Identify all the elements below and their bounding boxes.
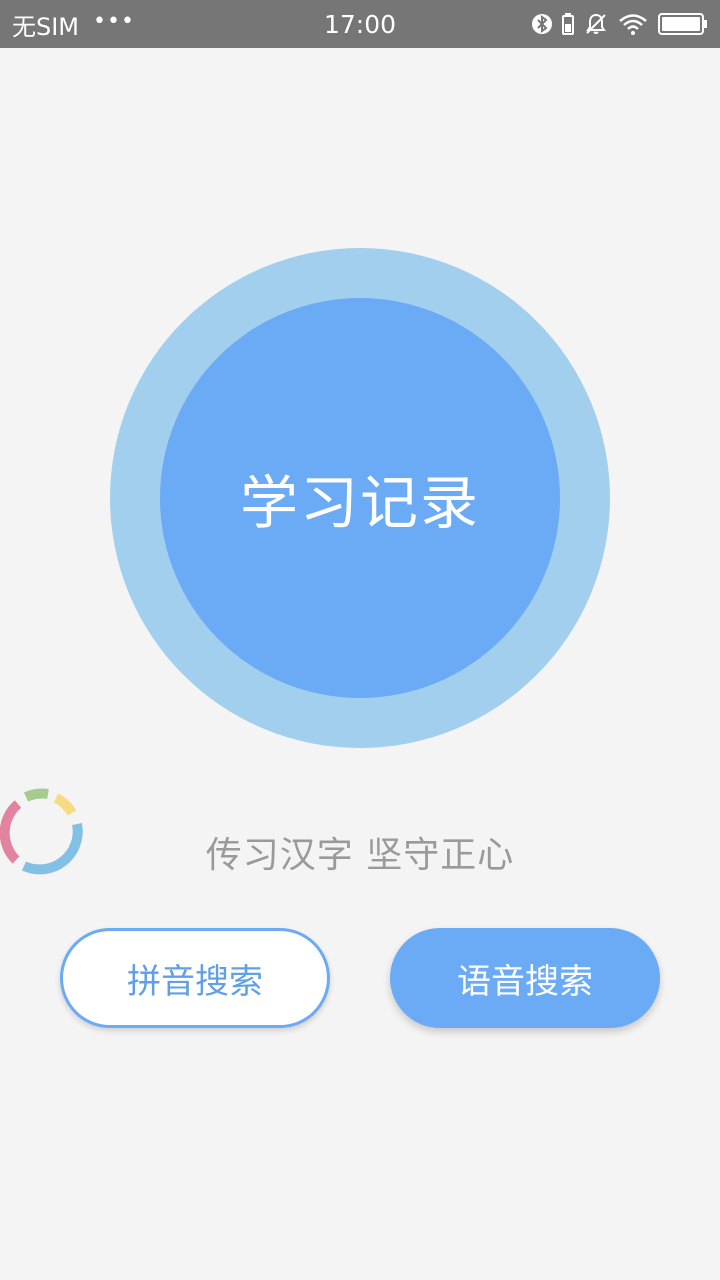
pinyin-search-button[interactable]: 拼音搜索 [60, 928, 330, 1028]
study-record-button[interactable]: 学习记录 [160, 298, 560, 698]
battery-icon [658, 12, 708, 36]
wifi-icon [618, 12, 648, 36]
study-record-label: 学习记录 [239, 469, 480, 537]
slogan-text: 传习汉字 坚守正心 [205, 835, 515, 876]
status-bar: 无SIM ••• 17:00 [0, 0, 720, 48]
mute-bell-icon [584, 12, 608, 36]
voice-search-label: 语音搜索 [457, 961, 593, 1002]
bluetooth-icon [532, 12, 552, 36]
status-right [532, 0, 708, 48]
voice-search-button[interactable]: 语音搜索 [390, 928, 660, 1028]
pinyin-search-label: 拼音搜索 [127, 961, 263, 1002]
battery-small-icon [562, 12, 574, 36]
